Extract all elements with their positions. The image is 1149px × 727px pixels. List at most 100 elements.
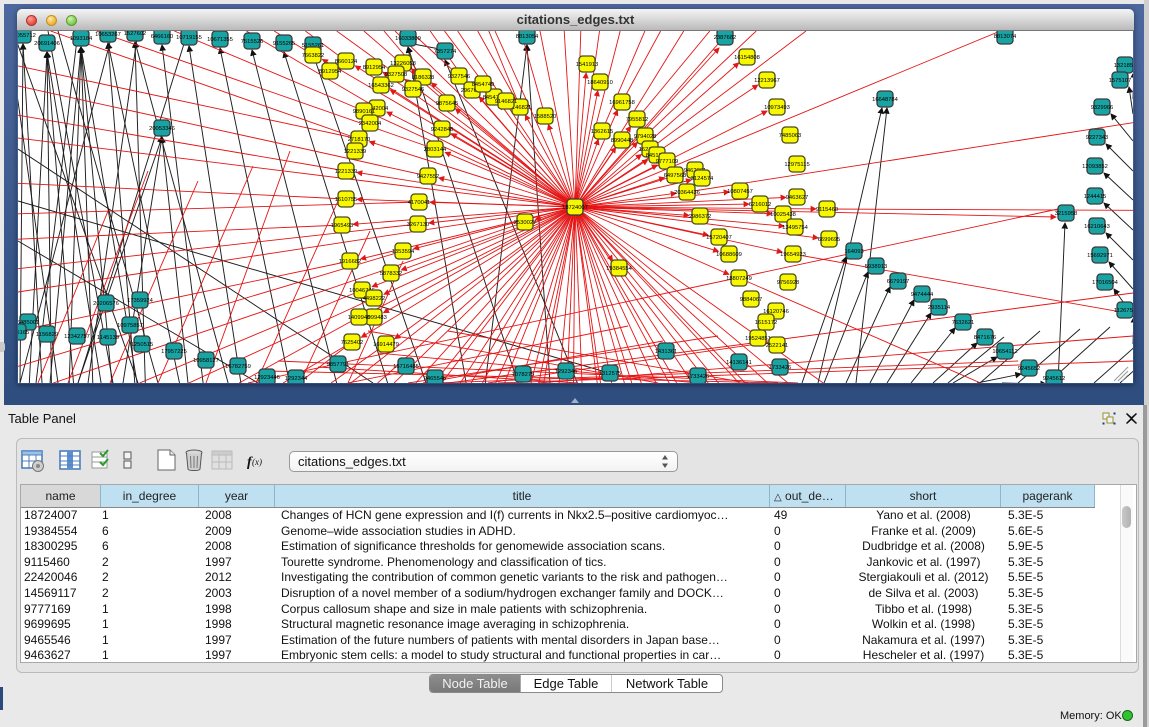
- svg-text:14136141: 14136141: [726, 360, 752, 366]
- svg-text:7357274: 7357274: [434, 49, 457, 55]
- svg-text:16961758: 16961758: [609, 100, 635, 106]
- svg-text:10719155: 10719155: [176, 35, 202, 41]
- svg-text:6699695: 6699695: [818, 237, 841, 243]
- svg-text:3267130: 3267130: [407, 222, 430, 228]
- svg-text:16154808: 16154808: [734, 55, 760, 61]
- svg-text:1078275: 1078275: [512, 372, 535, 378]
- svg-text:7955812: 7955812: [626, 117, 649, 123]
- svg-text:1362615: 1362615: [591, 129, 614, 135]
- svg-text:1250515: 1250515: [131, 342, 154, 348]
- svg-text:16782759: 16782759: [225, 364, 251, 370]
- svg-text:4498222: 4498222: [363, 296, 386, 302]
- svg-text:2986372: 2986372: [689, 214, 712, 220]
- svg-text:20053346: 20053346: [149, 126, 175, 132]
- svg-text:9155265: 9155265: [273, 41, 296, 47]
- svg-text:12342757: 12342757: [64, 334, 90, 340]
- svg-text:7632621: 7632621: [952, 320, 975, 326]
- svg-text:9890161: 9890161: [353, 109, 376, 115]
- svg-text:2387682: 2387682: [714, 35, 737, 41]
- svg-text:9327546: 9327546: [402, 87, 425, 93]
- svg-text:20364436: 20364436: [674, 190, 700, 196]
- svg-text:10025438: 10025438: [770, 212, 796, 218]
- svg-text:9474444: 9474444: [911, 292, 934, 298]
- svg-text:3124574: 3124574: [691, 176, 714, 182]
- svg-text:18807249: 18807249: [726, 276, 752, 282]
- svg-text:1244415: 1244415: [1084, 194, 1107, 200]
- svg-text:15720407: 15720407: [706, 235, 732, 241]
- svg-text:8813074: 8813074: [994, 34, 1017, 40]
- svg-text:8471676: 8471676: [974, 335, 997, 341]
- svg-text:9245652: 9245652: [1018, 366, 1041, 372]
- svg-text:9146821: 9146821: [495, 99, 518, 105]
- svg-text:19384554: 19384554: [606, 266, 633, 272]
- svg-text:10975857: 10975857: [117, 323, 143, 329]
- svg-text:9242848: 9242848: [431, 127, 454, 133]
- svg-text:10958127: 10958127: [193, 358, 219, 364]
- svg-text:9115460: 9115460: [816, 207, 838, 213]
- svg-text:1575107: 1575107: [1109, 78, 1132, 84]
- svg-text:12923446: 12923446: [254, 375, 280, 381]
- svg-text:9777109: 9777109: [656, 159, 679, 165]
- svg-text:1431361: 1431361: [655, 349, 678, 355]
- svg-text:8912954: 8912954: [319, 69, 342, 75]
- svg-text:1126753: 1126753: [1114, 308, 1133, 314]
- svg-text:1145139: 1145139: [97, 335, 119, 341]
- svg-text:8912954: 8912954: [363, 65, 386, 71]
- svg-text:10688609: 10688609: [716, 252, 742, 258]
- svg-text:3915165: 3915165: [18, 330, 29, 336]
- svg-text:16648784: 16648784: [872, 97, 899, 103]
- svg-text:5938913: 5938913: [865, 264, 888, 270]
- svg-text:1965493: 1965493: [331, 223, 354, 229]
- svg-text:2522141: 2522141: [766, 343, 789, 349]
- svg-text:8186328: 8186328: [412, 75, 435, 81]
- svg-text:1156829: 1156829: [36, 332, 58, 338]
- svg-text:15716485: 15716485: [393, 364, 419, 370]
- svg-text:1409948: 1409948: [348, 315, 371, 321]
- svg-text:2803144: 2803144: [424, 147, 447, 153]
- svg-text:24055712: 24055712: [18, 33, 36, 39]
- svg-text:20206576: 20206576: [93, 301, 119, 307]
- svg-text:18640910: 18640910: [587, 80, 613, 86]
- svg-text:9463627: 9463627: [786, 195, 809, 201]
- svg-text:10807457: 10807457: [727, 189, 753, 195]
- svg-text:9794028: 9794028: [634, 134, 657, 140]
- svg-text:9857791: 9857791: [327, 362, 350, 368]
- svg-text:19524851: 19524851: [745, 336, 771, 342]
- svg-text:17016504: 17016504: [1092, 280, 1119, 286]
- svg-text:13495754: 13495754: [782, 225, 809, 231]
- svg-text:9884067: 9884067: [740, 297, 763, 303]
- svg-text:17957225: 17957225: [161, 349, 187, 355]
- svg-text:1916682: 1916682: [339, 259, 362, 265]
- svg-text:2935114: 2935114: [928, 305, 951, 311]
- svg-text:6466160: 6466160: [151, 34, 174, 40]
- svg-text:1527602: 1527602: [124, 31, 147, 37]
- svg-text:8454749: 8454749: [472, 82, 495, 88]
- svg-text:1292346: 1292346: [555, 369, 578, 375]
- svg-text:9465546: 9465546: [424, 376, 447, 382]
- svg-text:12975115: 12975115: [784, 162, 809, 168]
- svg-text:20691406: 20691406: [34, 41, 60, 47]
- svg-text:10654112: 10654112: [992, 349, 1017, 355]
- svg-text:9427552: 9427552: [417, 174, 440, 180]
- svg-text:1321850: 1321850: [1114, 63, 1133, 69]
- svg-text:19654923: 19654923: [780, 252, 806, 258]
- svg-text:1733426: 1733426: [769, 365, 792, 371]
- svg-text:1610755: 1610755: [335, 197, 358, 203]
- svg-text:10973493: 10973493: [764, 105, 790, 111]
- svg-text:1093184: 1093184: [70, 36, 93, 42]
- svg-text:8660124: 8660124: [335, 59, 358, 65]
- svg-text:164093: 164093: [844, 249, 863, 255]
- svg-text:8813054: 8813054: [516, 34, 539, 40]
- svg-text:9327546: 9327546: [448, 74, 471, 80]
- svg-text:16210643: 16210643: [1084, 224, 1110, 230]
- svg-text:1221339: 1221339: [335, 169, 358, 175]
- svg-text:16033809: 16033809: [395, 36, 421, 42]
- svg-text:15692971: 15692971: [1087, 253, 1113, 259]
- svg-text:4170041: 4170041: [408, 200, 431, 206]
- svg-text:17359924: 17359924: [127, 298, 154, 304]
- svg-text:1353594: 1353594: [392, 249, 415, 255]
- svg-text:5878332: 5878332: [380, 271, 403, 277]
- svg-text:10671355: 10671355: [207, 37, 233, 43]
- svg-text:7663822: 7663822: [302, 53, 325, 59]
- svg-text:1541913: 1541913: [576, 62, 599, 68]
